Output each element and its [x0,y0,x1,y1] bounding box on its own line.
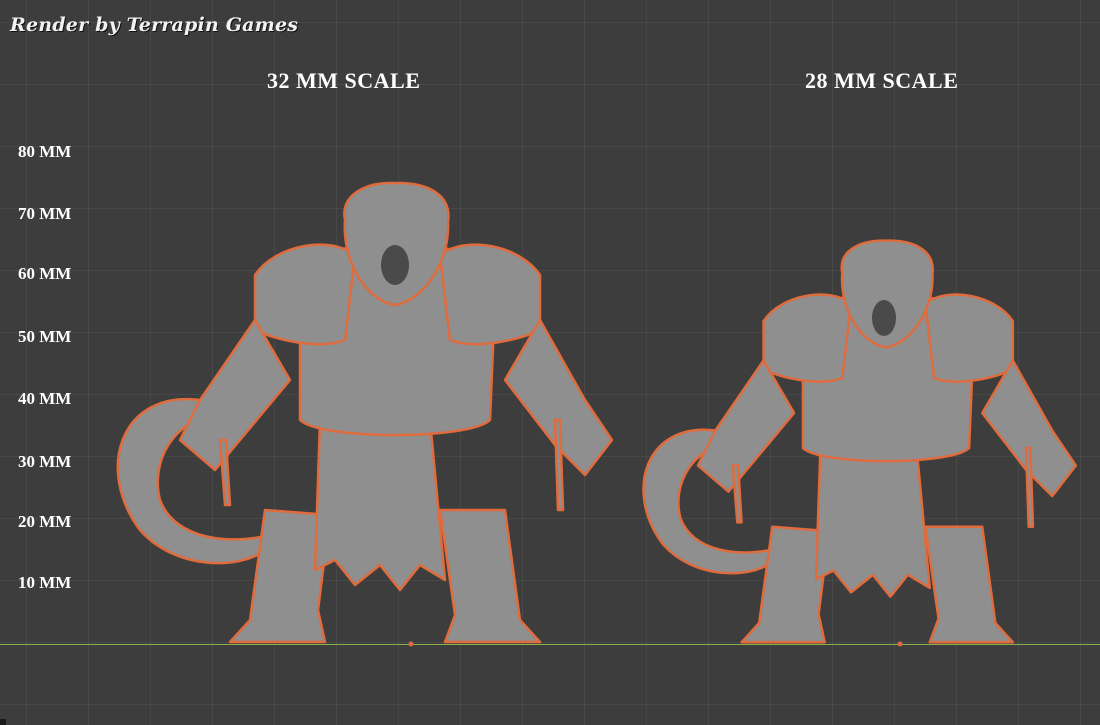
origin-point-small [897,641,903,647]
corner-marker-icon [0,719,6,725]
mouth-detail-small [872,300,896,336]
3d-viewport[interactable]: Render by Terrapin Games 32 MM SCALE 28 … [0,0,1100,725]
gorilla-miniature-28mm[interactable] [0,0,1100,725]
